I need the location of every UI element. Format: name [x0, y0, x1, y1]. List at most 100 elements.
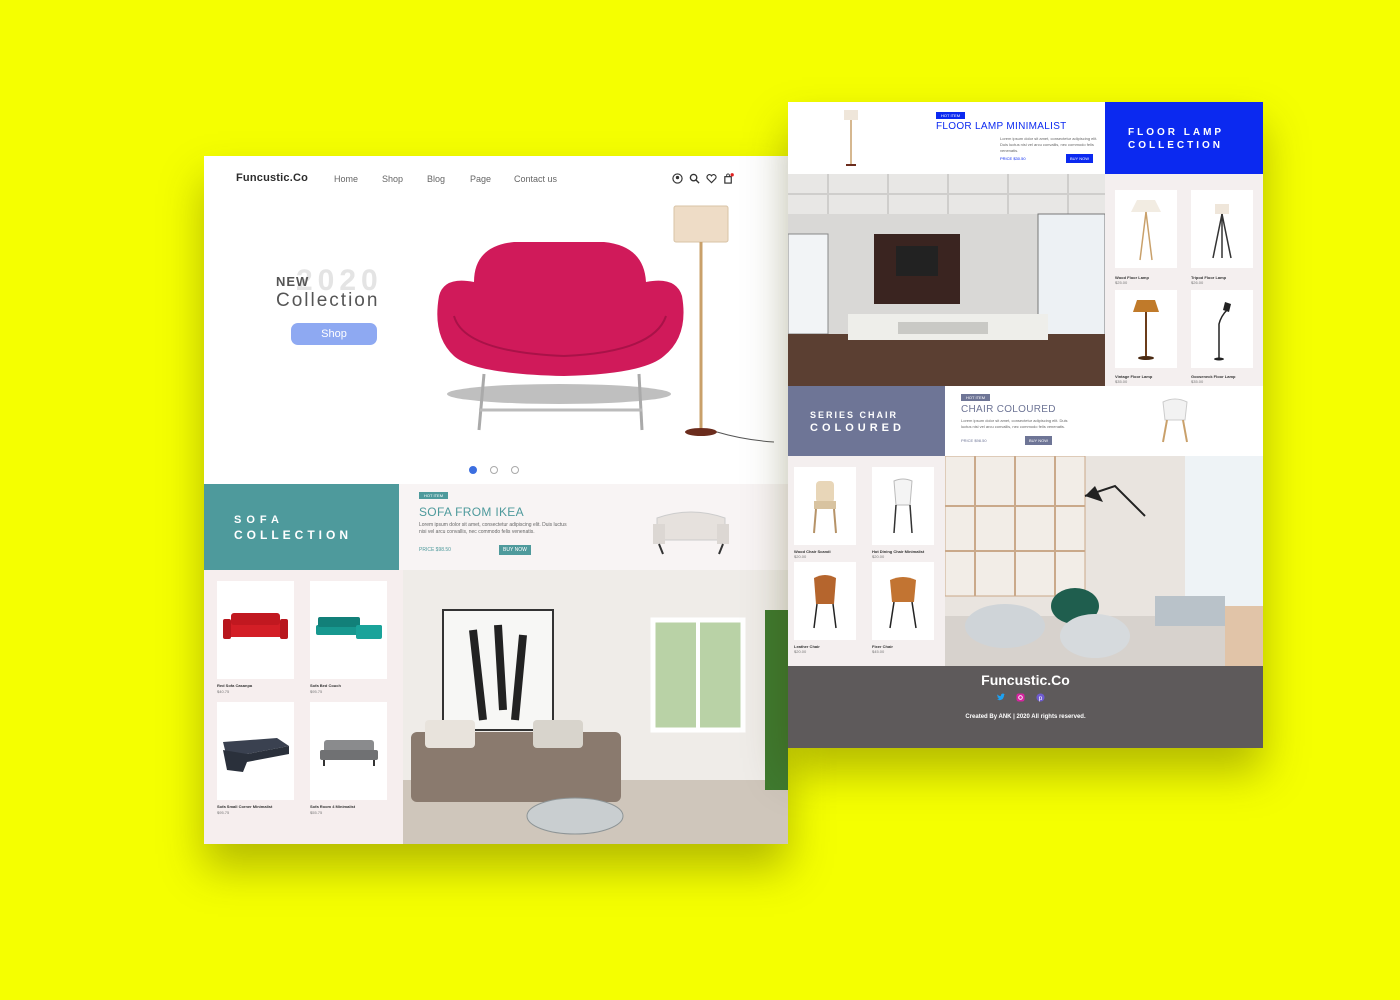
- hot-item-tag: HOT ITEM: [419, 492, 449, 499]
- promo-sofa-image: [653, 511, 729, 555]
- promo-description: Lorem ipsum dolor sit amet, consectetur …: [1000, 136, 1098, 153]
- nav-link-page[interactable]: Page: [470, 174, 491, 184]
- product-card[interactable]: [872, 467, 934, 545]
- product-price: $55.75: [310, 810, 323, 815]
- buy-now-button[interactable]: BUY NOW: [1025, 436, 1053, 445]
- product-price: $95.75: [310, 689, 323, 694]
- product-card[interactable]: [1191, 190, 1253, 268]
- white-dining-chair-image: [893, 478, 913, 534]
- search-icon[interactable]: [689, 173, 700, 184]
- promo-title: FLOOR LAMP MINIMALIST: [936, 121, 1067, 132]
- carousel-dot-2[interactable]: [490, 466, 498, 474]
- series-chair-banner[interactable]: SERIES CHAIR COLOURED: [788, 386, 945, 456]
- svg-text:p: p: [1039, 695, 1043, 702]
- product-price: $40.75: [217, 689, 230, 694]
- product-card[interactable]: [1115, 290, 1177, 368]
- product-price: $35.00: [1191, 379, 1204, 384]
- product-price: $20.00: [872, 554, 885, 559]
- carousel-dot-1[interactable]: [469, 466, 477, 474]
- sofa-promo-card: HOT ITEM SOFA FROM IKEA Lorem ipsum dolo…: [399, 484, 788, 570]
- white-chair-image: [1162, 398, 1188, 443]
- pinterest-icon[interactable]: p: [1036, 693, 1045, 702]
- footer-brand[interactable]: Funcustic.Co: [788, 672, 1263, 688]
- twitter-icon[interactable]: [996, 693, 1005, 702]
- product-card[interactable]: [217, 581, 294, 679]
- promo-title: CHAIR COLOURED: [961, 404, 1056, 415]
- nav-link-home[interactable]: Home: [334, 174, 358, 184]
- product-card[interactable]: [1115, 190, 1177, 268]
- grey-sofa-image: [320, 740, 378, 766]
- product-price: $35.00: [1115, 379, 1128, 384]
- footer-copyright: Created By ANK | 2020 All rights reserve…: [965, 714, 1086, 720]
- instagram-icon[interactable]: [1016, 693, 1025, 702]
- sofa-collection-line2: COLLECTION: [234, 528, 352, 542]
- product-name: Sofa Small Corner Minimalist: [217, 804, 273, 809]
- interior-room-photo: [788, 174, 1105, 386]
- carousel-dot-3[interactable]: [511, 466, 519, 474]
- carousel-dots: [469, 466, 519, 474]
- hot-item-tag: HOT ITEM: [936, 112, 966, 119]
- hero-new-label: NEW: [276, 274, 310, 289]
- product-price: $95.75: [217, 810, 230, 815]
- product-card[interactable]: [310, 702, 387, 800]
- cart-icon[interactable]: [723, 173, 734, 184]
- product-card[interactable]: [1191, 290, 1253, 368]
- vintage-floor-lamp-image: [1133, 300, 1159, 360]
- homepage-mockup-right: HOT ITEM FLOOR LAMP MINIMALIST Lorem ips…: [788, 102, 1263, 748]
- teal-sofa-image: [316, 617, 382, 639]
- product-price: $25.00: [1115, 280, 1128, 285]
- series-chair-line2: COLOURED: [810, 422, 905, 434]
- gooseneck-floor-lamp-image: [1214, 302, 1231, 361]
- chair-promo-card: HOT ITEM CHAIR COLOURED Lorem ipsum dolo…: [945, 386, 1263, 456]
- wood-floor-lamp-image: [1131, 200, 1161, 261]
- promo-description: Lorem ipsum dolor sit amet, consectetur …: [961, 418, 1068, 429]
- promo-price: PRICE $30.50: [1000, 156, 1026, 161]
- nav-link-shop[interactable]: Shop: [382, 174, 403, 184]
- fixer-chair-image: [889, 577, 917, 629]
- brand-logo[interactable]: Funcustic.Co: [236, 172, 308, 184]
- product-name: Sofa Room 4 Minimalist: [310, 804, 356, 809]
- hero-shop-button[interactable]: Shop: [291, 323, 377, 345]
- product-card[interactable]: [310, 581, 387, 679]
- nav-link-blog[interactable]: Blog: [427, 174, 445, 184]
- wood-chair-image: [813, 481, 837, 534]
- sofa-product-grid: Red Sofa Casanpa $40.75 Sofa Bed Couch $…: [204, 570, 403, 844]
- buy-now-button[interactable]: BUY NOW: [499, 545, 531, 555]
- living-room-photo: [403, 570, 788, 844]
- promo-price: PRICE $98.50: [419, 547, 451, 553]
- homepage-mockup-left: Funcustic.Co Home Shop Blog Page Contact…: [204, 156, 788, 844]
- corner-sofa-image: [223, 738, 289, 772]
- hot-item-tag: HOT ITEM: [961, 394, 991, 401]
- sofa-collection-line1: SOFA: [234, 514, 284, 526]
- promo-description: Lorem ipsum dolor sit amet, consectetur …: [419, 522, 567, 535]
- red-sofa-image: [223, 613, 288, 639]
- product-price: $45.00: [872, 649, 885, 654]
- promo-title: SOFA FROM IKEA: [419, 505, 524, 519]
- leather-chair-image: [813, 575, 837, 629]
- product-card[interactable]: [794, 562, 856, 640]
- hero-sofa-lamp-image: [437, 205, 774, 443]
- nav-icon-group: [672, 173, 734, 184]
- product-card[interactable]: [794, 467, 856, 545]
- floor-lamp-image: [844, 110, 858, 166]
- office-lounge-photo: [945, 456, 1263, 666]
- hero-collection-label: Collection: [276, 290, 380, 311]
- social-links: p: [996, 693, 1045, 702]
- tripod-floor-lamp-image: [1212, 204, 1232, 259]
- user-icon[interactable]: [672, 173, 683, 184]
- floor-lamp-collection-banner[interactable]: FLOOR LAMP COLLECTION: [1105, 102, 1263, 174]
- product-card[interactable]: [872, 562, 934, 640]
- heart-icon[interactable]: [706, 173, 717, 184]
- floor-lamp-collection-line2: COLLECTION: [1128, 140, 1223, 151]
- footer: Funcustic.Co p Created By ANK | 2020 All…: [788, 666, 1263, 748]
- product-price: $20.00: [794, 554, 807, 559]
- product-name: Red Sofa Casanpa: [217, 683, 253, 688]
- promo-price: PRICE $98.50: [961, 438, 987, 443]
- product-price: $20.00: [794, 649, 807, 654]
- floor-lamp-collection-line1: FLOOR LAMP: [1128, 127, 1225, 138]
- buy-now-button[interactable]: BUY NOW: [1066, 154, 1094, 163]
- product-card[interactable]: [217, 702, 294, 800]
- series-chair-line1: SERIES CHAIR: [810, 410, 899, 420]
- product-name: Sofa Bed Couch: [310, 683, 341, 688]
- nav-link-contact[interactable]: Contact us: [514, 174, 557, 184]
